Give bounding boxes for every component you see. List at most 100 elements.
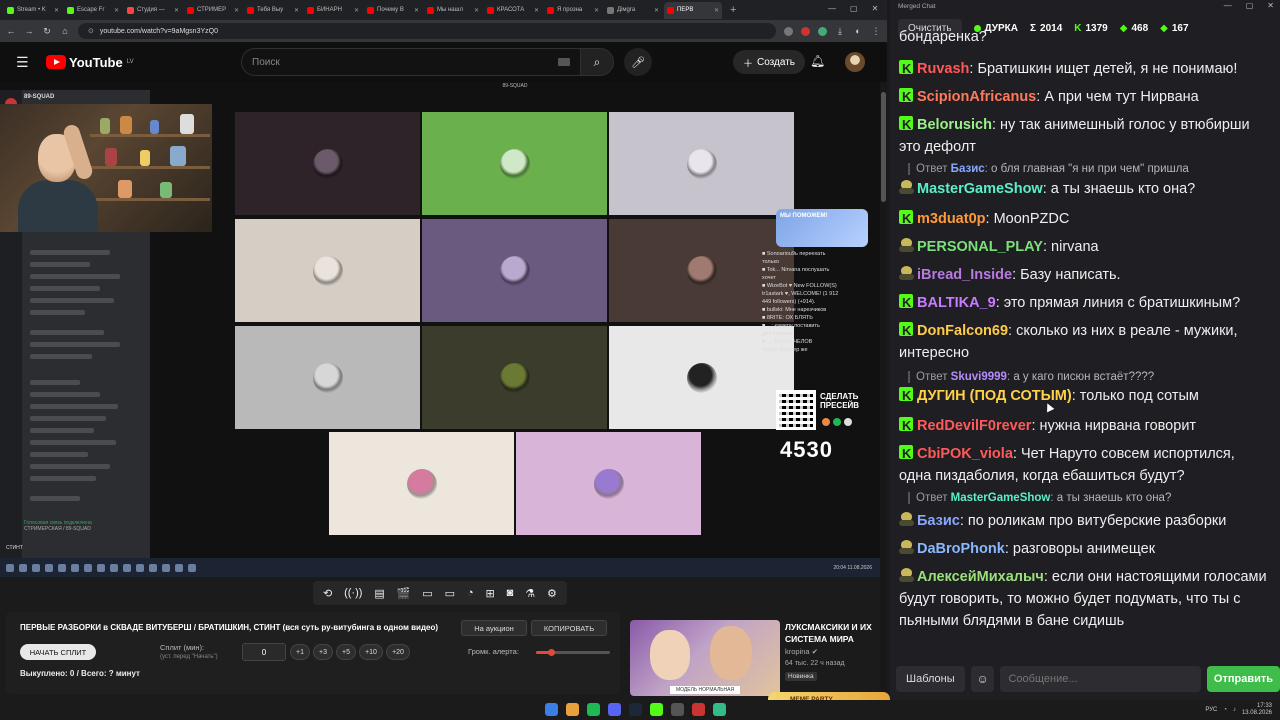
browser-tab[interactable]: Я прозна ✕: [544, 2, 602, 19]
tab-close-icon[interactable]: ✕: [594, 7, 599, 14]
alert-volume-slider[interactable]: [536, 649, 610, 656]
chat-username[interactable]: DaBroPhonk: [917, 541, 1005, 557]
browser-tab[interactable]: БИНАРН ✕: [304, 2, 362, 19]
player-tool-icon[interactable]: 🎬: [397, 587, 411, 600]
player-tool-icon[interactable]: ▤: [374, 587, 384, 600]
tab-close-icon[interactable]: ✕: [234, 7, 239, 14]
site-info-icon[interactable]: ⊙: [88, 27, 94, 35]
browser-tab[interactable]: Мы нашл ✕: [424, 2, 482, 19]
start-split-button[interactable]: НАЧАТЬ СПЛИТ: [20, 644, 96, 660]
close-icon[interactable]: ✕: [872, 4, 879, 13]
player-tool-icon[interactable]: ((·)): [344, 587, 362, 599]
tab-close-icon[interactable]: ✕: [174, 7, 179, 14]
chat-username[interactable]: Базис: [917, 513, 960, 529]
download-icon[interactable]: ⤓: [835, 26, 845, 37]
increment-button[interactable]: +10: [359, 644, 383, 660]
browser-tab[interactable]: Тебя Выу ✕: [244, 2, 302, 19]
start-icon[interactable]: [545, 703, 558, 716]
browser-tab[interactable]: СТРИМЕР ✕: [184, 2, 242, 19]
minimize-icon[interactable]: —: [828, 4, 836, 13]
alert-volume-knob[interactable]: [547, 649, 555, 656]
app-icon[interactable]: [671, 703, 684, 716]
browser-tab[interactable]: Дімgra ✕: [604, 2, 662, 19]
chat-username[interactable]: PERSONAL_PLAY: [917, 239, 1043, 255]
chat-username[interactable]: CbiPOK_viola: [917, 446, 1013, 462]
notifications-bell-icon[interactable]: 🔔︎: [810, 54, 825, 68]
menu-icon[interactable]: ⋮: [871, 26, 881, 37]
chat-username[interactable]: BALTIKA_9: [917, 295, 996, 311]
forward-icon[interactable]: →: [24, 26, 34, 36]
app-icon[interactable]: [650, 703, 663, 716]
extension-icon[interactable]: [818, 26, 827, 36]
new-tab-icon[interactable]: +: [730, 4, 736, 16]
page-scrollbar[interactable]: [880, 82, 887, 694]
player-tool-icon[interactable]: ▭: [422, 587, 432, 600]
hamburger-menu-icon[interactable]: ☰: [16, 54, 36, 71]
emoji-button[interactable]: ☺: [970, 666, 995, 692]
increment-button[interactable]: +3: [313, 644, 333, 660]
increment-button[interactable]: +20: [386, 644, 410, 660]
browser-icon[interactable]: [566, 703, 579, 716]
chat-username[interactable]: ScipionAfricanus: [917, 89, 1036, 105]
recommended-channel[interactable]: kropina ✔: [785, 647, 818, 656]
maximize-icon[interactable]: ▢: [850, 4, 858, 13]
tab-close-icon[interactable]: ✕: [714, 7, 719, 14]
youtube-logo[interactable]: YouTube LV: [46, 55, 134, 70]
player-tool-icon[interactable]: ▭: [445, 587, 455, 600]
steam-icon[interactable]: [629, 703, 642, 716]
chat-username[interactable]: АлексейМихалыч: [917, 569, 1044, 585]
extension-icon[interactable]: [784, 26, 793, 36]
player-tool-icon[interactable]: ⟲: [323, 587, 332, 600]
home-icon[interactable]: ⌂: [60, 26, 70, 36]
tab-close-icon[interactable]: ✕: [114, 7, 119, 14]
reload-icon[interactable]: ↻: [42, 26, 52, 37]
chat-username[interactable]: MasterGameShow: [917, 181, 1043, 197]
app-icon[interactable]: [692, 703, 705, 716]
keyboard-icon[interactable]: [558, 58, 570, 66]
player-tool-icon[interactable]: ⚙: [547, 587, 557, 600]
templates-button[interactable]: Шаблоны: [896, 666, 965, 692]
search-input[interactable]: Поиск: [241, 48, 581, 76]
language-indicator[interactable]: РУС: [1205, 707, 1217, 713]
create-button[interactable]: ＋ Создать: [733, 50, 806, 74]
tab-close-icon[interactable]: ✕: [534, 7, 539, 14]
chat-username[interactable]: DonFalcon69: [917, 323, 1008, 339]
tab-close-icon[interactable]: ✕: [414, 7, 419, 14]
player-tool-icon[interactable]: ⊞: [486, 587, 495, 600]
chat-username[interactable]: RedDevilF0rever: [917, 418, 1031, 434]
video-player[interactable]: 89-SQUAD 89-SQUAD Голосовая связь подклю…: [0, 82, 880, 577]
browser-tab[interactable]: Stream • K ✕: [4, 2, 62, 19]
chat-username[interactable]: iBread_Inside: [917, 267, 1012, 283]
increment-button[interactable]: +1: [290, 644, 310, 660]
url-field[interactable]: ⊙ youtube.com/watch?v=9aMgsn3YzQ0: [78, 23, 776, 39]
tab-close-icon[interactable]: ✕: [354, 7, 359, 14]
send-button[interactable]: Отправить: [1206, 666, 1280, 692]
back-icon[interactable]: ←: [6, 26, 16, 36]
extension-icon[interactable]: [801, 26, 810, 36]
recommended-video-thumbnail[interactable]: МОДЕЛЬ НОРМАЛЬНАЯ: [630, 620, 780, 696]
tab-close-icon[interactable]: ✕: [474, 7, 479, 14]
app-icon[interactable]: [713, 703, 726, 716]
close-icon[interactable]: ✕: [1267, 1, 1274, 10]
wifi-icon[interactable]: ◔: [1223, 707, 1227, 713]
tab-close-icon[interactable]: ✕: [54, 7, 59, 14]
browser-tab[interactable]: ПЕРВ ✕: [664, 1, 722, 19]
browser-tab[interactable]: Escape Fr ✕: [64, 2, 122, 19]
player-tool-icon[interactable]: ◔: [467, 587, 474, 599]
browser-tab[interactable]: Студия — ✕: [124, 2, 182, 19]
copy-button[interactable]: КОПИРОВАТЬ: [531, 620, 607, 636]
increment-button[interactable]: +5: [336, 644, 356, 660]
browser-tab[interactable]: КРАСОТА ✕: [484, 2, 542, 19]
minimize-icon[interactable]: —: [1224, 1, 1232, 10]
avatar[interactable]: [845, 52, 865, 72]
volume-icon[interactable]: ♪: [1233, 707, 1236, 713]
to-auction-button[interactable]: На аукцион: [461, 620, 527, 636]
discord-icon[interactable]: [608, 703, 621, 716]
tray-clock[interactable]: 17:33 13.08.2026: [1242, 703, 1272, 717]
browser-tab[interactable]: Почему В ✕: [364, 2, 422, 19]
recommended-video-title[interactable]: ЛУКСМАКСИКИ И ИХ СИСТЕМА МИРА: [785, 621, 880, 645]
spotify-icon[interactable]: [587, 703, 600, 716]
player-tool-icon[interactable]: ◙: [507, 587, 514, 599]
tab-close-icon[interactable]: ✕: [294, 7, 299, 14]
search-button[interactable]: ⌕: [580, 48, 614, 76]
